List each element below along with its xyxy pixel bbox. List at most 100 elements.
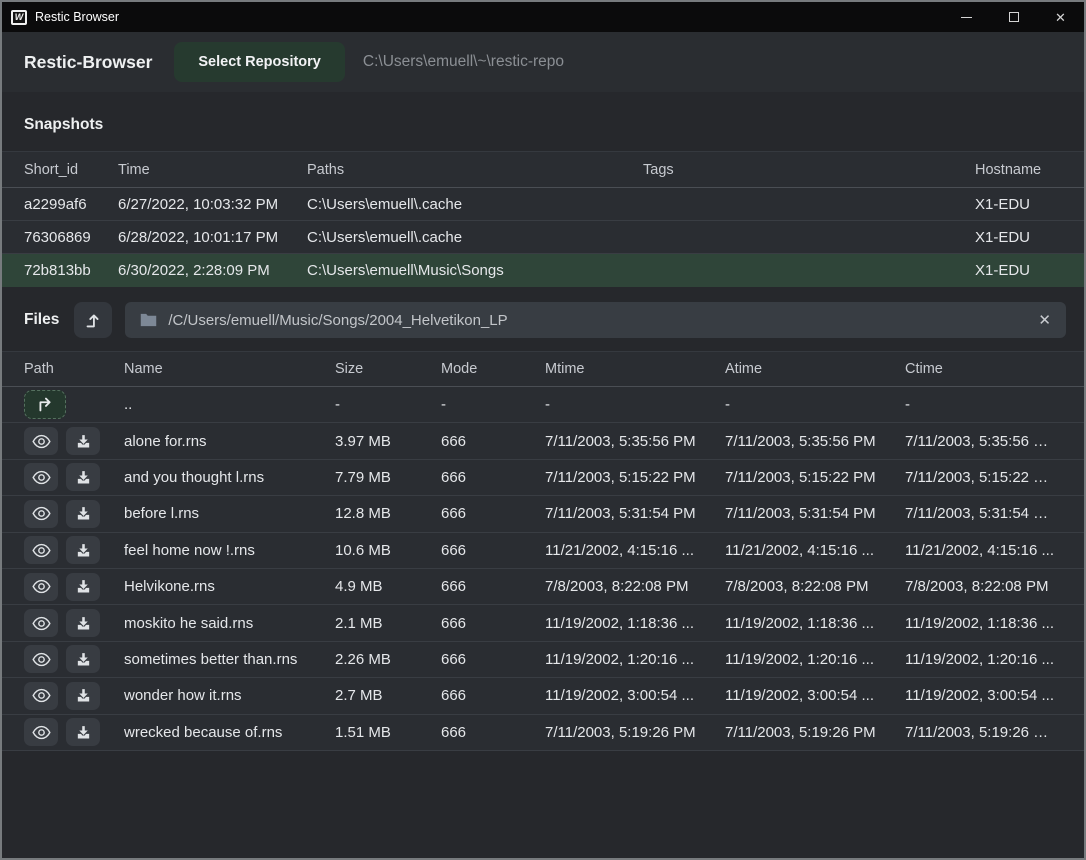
maximize-icon: [1009, 12, 1019, 22]
snapshot-hostname: X1-EDU: [975, 262, 1062, 279]
current-path-field[interactable]: /C/Users/emuell/Music/Songs/2004_Helveti…: [125, 302, 1066, 338]
file-size: 2.1 MB: [335, 615, 441, 632]
download-file-button[interactable]: [66, 718, 100, 746]
file-atime: 11/21/2002, 4:15:16 ...: [725, 542, 905, 559]
minimize-button[interactable]: [943, 2, 990, 32]
file-size: 1.51 MB: [335, 724, 441, 741]
file-row-actions: [24, 463, 124, 491]
open-parent-directory-button[interactable]: [24, 390, 66, 419]
download-icon: [75, 724, 92, 741]
window-title: Restic Browser: [35, 10, 119, 24]
go-up-directory-button[interactable]: [74, 302, 112, 338]
minimize-icon: [961, 17, 972, 18]
file-name: moskito he said.rns: [124, 615, 335, 632]
column-header: Short_id: [24, 152, 118, 187]
titlebar: W Restic Browser ✕: [2, 2, 1084, 32]
eye-icon: [32, 506, 51, 521]
eye-icon: [32, 652, 51, 667]
preview-file-button[interactable]: [24, 536, 58, 564]
file-row[interactable]: wonder how it.rns 2.7 MB 666 11/19/2002,…: [2, 678, 1084, 714]
file-size: 3.97 MB: [335, 433, 441, 450]
clear-path-button[interactable]: ✕: [1038, 313, 1051, 328]
file-size: 7.79 MB: [335, 469, 441, 486]
close-button[interactable]: ✕: [1037, 2, 1084, 32]
files-title: Files: [24, 311, 59, 329]
snapshot-row[interactable]: a2299af6 6/27/2022, 10:03:32 PM C:\Users…: [2, 188, 1084, 221]
file-atime: 11/19/2002, 1:18:36 ...: [725, 615, 905, 632]
download-file-button[interactable]: [66, 645, 100, 673]
file-row[interactable]: Helvikone.rns 4.9 MB 666 7/8/2003, 8:22:…: [2, 569, 1084, 605]
snapshot-short-id: 76306869: [24, 229, 118, 246]
file-row-actions: [24, 500, 124, 528]
preview-file-button[interactable]: [24, 718, 58, 746]
column-header: Mtime: [545, 352, 725, 386]
select-repository-button[interactable]: Select Repository: [174, 42, 345, 82]
file-row[interactable]: sometimes better than.rns 2.26 MB 666 11…: [2, 642, 1084, 678]
eye-icon: [32, 616, 51, 631]
file-row[interactable]: wrecked because of.rns 1.51 MB 666 7/11/…: [2, 715, 1084, 751]
eye-icon: [32, 434, 51, 449]
file-row-actions: [24, 682, 124, 710]
file-mtime: 7/8/2003, 8:22:08 PM: [545, 578, 725, 595]
download-file-button[interactable]: [66, 609, 100, 637]
snapshot-paths: C:\Users\emuell\Music\Songs: [307, 262, 643, 279]
file-row[interactable]: alone for.rns 3.97 MB 666 7/11/2003, 5:3…: [2, 423, 1084, 459]
file-mtime: -: [545, 396, 725, 413]
preview-file-button[interactable]: [24, 645, 58, 673]
preview-file-button[interactable]: [24, 573, 58, 601]
file-row-actions: [24, 536, 124, 564]
preview-file-button[interactable]: [24, 682, 58, 710]
download-icon: [75, 542, 92, 559]
files-table-body: alone for.rns 3.97 MB 666 7/11/2003, 5:3…: [2, 423, 1084, 751]
snapshots-title: Snapshots: [2, 92, 1084, 151]
preview-file-button[interactable]: [24, 500, 58, 528]
file-name: alone for.rns: [124, 433, 335, 450]
download-file-button[interactable]: [66, 463, 100, 491]
column-header: Atime: [725, 352, 905, 386]
snapshot-row[interactable]: 72b813bb 6/30/2022, 2:28:09 PM C:\Users\…: [2, 254, 1084, 287]
download-file-button[interactable]: [66, 500, 100, 528]
download-file-button[interactable]: [66, 682, 100, 710]
file-mode: 666: [441, 651, 545, 668]
eye-icon: [32, 470, 51, 485]
column-header: Paths: [307, 152, 643, 187]
eye-icon: [32, 725, 51, 740]
snapshot-short-id: 72b813bb: [24, 262, 118, 279]
download-file-button[interactable]: [66, 573, 100, 601]
download-file-button[interactable]: [66, 536, 100, 564]
file-size: 2.7 MB: [335, 687, 441, 704]
column-header: Tags: [643, 152, 975, 187]
file-row[interactable]: moskito he said.rns 2.1 MB 666 11/19/200…: [2, 605, 1084, 641]
preview-file-button[interactable]: [24, 609, 58, 637]
column-header: Path: [24, 352, 124, 386]
file-mode: -: [441, 396, 545, 413]
download-icon: [75, 505, 92, 522]
download-icon: [75, 615, 92, 632]
file-size: 12.8 MB: [335, 505, 441, 522]
download-icon: [75, 651, 92, 668]
file-mode: 666: [441, 578, 545, 595]
file-ctime: 7/11/2003, 5:15:22 PM: [905, 469, 1062, 486]
file-row[interactable]: before l.rns 12.8 MB 666 7/11/2003, 5:31…: [2, 496, 1084, 532]
maximize-button[interactable]: [990, 2, 1037, 32]
preview-file-button[interactable]: [24, 427, 58, 455]
snapshot-row[interactable]: 76306869 6/28/2022, 10:01:17 PM C:\Users…: [2, 221, 1084, 254]
file-row[interactable]: feel home now !.rns 10.6 MB 666 11/21/20…: [2, 533, 1084, 569]
file-mode: 666: [441, 724, 545, 741]
file-size: -: [335, 396, 441, 413]
download-icon: [75, 687, 92, 704]
file-atime: 7/8/2003, 8:22:08 PM: [725, 578, 905, 595]
app-logo-icon: W: [11, 10, 27, 25]
file-row-actions: [24, 427, 124, 455]
file-ctime: 7/11/2003, 5:35:56 PM: [905, 433, 1062, 450]
download-file-button[interactable]: [66, 427, 100, 455]
file-mtime: 11/19/2002, 3:00:54 ...: [545, 687, 725, 704]
snapshot-hostname: X1-EDU: [975, 196, 1062, 213]
file-atime: 7/11/2003, 5:15:22 PM: [725, 469, 905, 486]
parent-directory-row[interactable]: .. - - - - -: [2, 387, 1084, 423]
preview-file-button[interactable]: [24, 463, 58, 491]
file-ctime: 7/8/2003, 8:22:08 PM: [905, 578, 1062, 595]
file-row[interactable]: and you thought l.rns 7.79 MB 666 7/11/2…: [2, 460, 1084, 496]
file-row-actions: [24, 645, 124, 673]
file-size: 2.26 MB: [335, 651, 441, 668]
